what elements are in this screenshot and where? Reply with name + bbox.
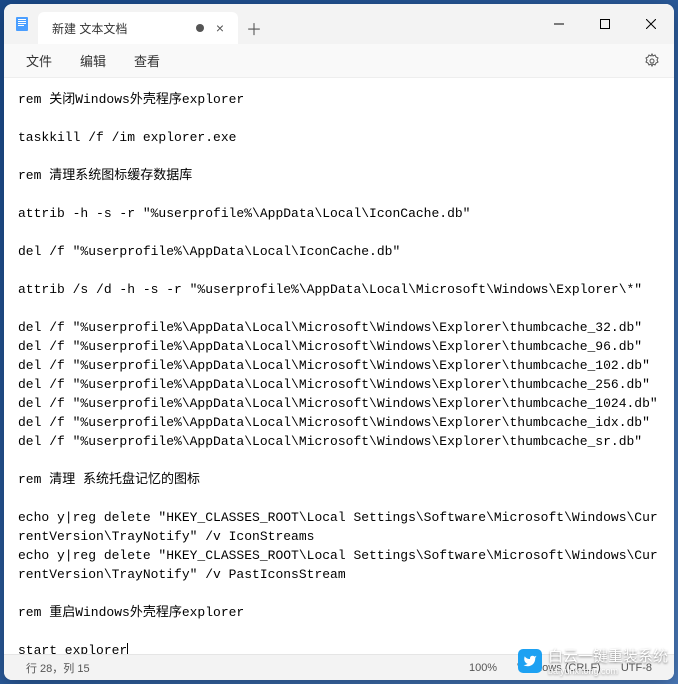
text-editor[interactable]: rem 关闭Windows外壳程序explorer taskkill /f /i… [4,78,674,654]
new-tab-button[interactable]: ＋ [238,12,270,44]
menubar: 文件 编辑 查看 [4,44,674,78]
titlebar: 新建 文本文档 × ＋ [4,4,674,44]
zoom-level[interactable]: 100% [459,662,507,674]
editor-content: rem 关闭Windows外壳程序explorer taskkill /f /i… [18,92,658,654]
tab-title: 新建 文本文档 [52,20,188,37]
close-tab-icon[interactable]: × [212,20,228,36]
window-controls [536,4,674,44]
maximize-button[interactable] [582,4,628,44]
tab-document[interactable]: 新建 文本文档 × [38,12,238,44]
minimize-button[interactable] [536,4,582,44]
menu-edit[interactable]: 编辑 [66,47,120,74]
settings-button[interactable] [638,47,666,75]
cursor-position: 行 28，列 15 [16,660,100,676]
notepad-window: 新建 文本文档 × ＋ 文件 编辑 查看 rem 关闭Windows外壳程序e [4,4,674,680]
close-button[interactable] [628,4,674,44]
menu-view[interactable]: 查看 [120,47,174,74]
gear-icon [644,53,660,69]
notepad-icon [14,16,30,32]
dirty-indicator-icon [196,24,204,32]
menu-file[interactable]: 文件 [12,47,66,74]
file-encoding[interactable]: UTF-8 [611,662,662,674]
statusbar: 行 28，列 15 100% Windows (CRLF) UTF-8 [4,654,674,680]
line-ending[interactable]: Windows (CRLF) [507,662,611,674]
tab-strip: 新建 文本文档 × ＋ [38,4,536,44]
text-cursor-icon [127,643,128,654]
